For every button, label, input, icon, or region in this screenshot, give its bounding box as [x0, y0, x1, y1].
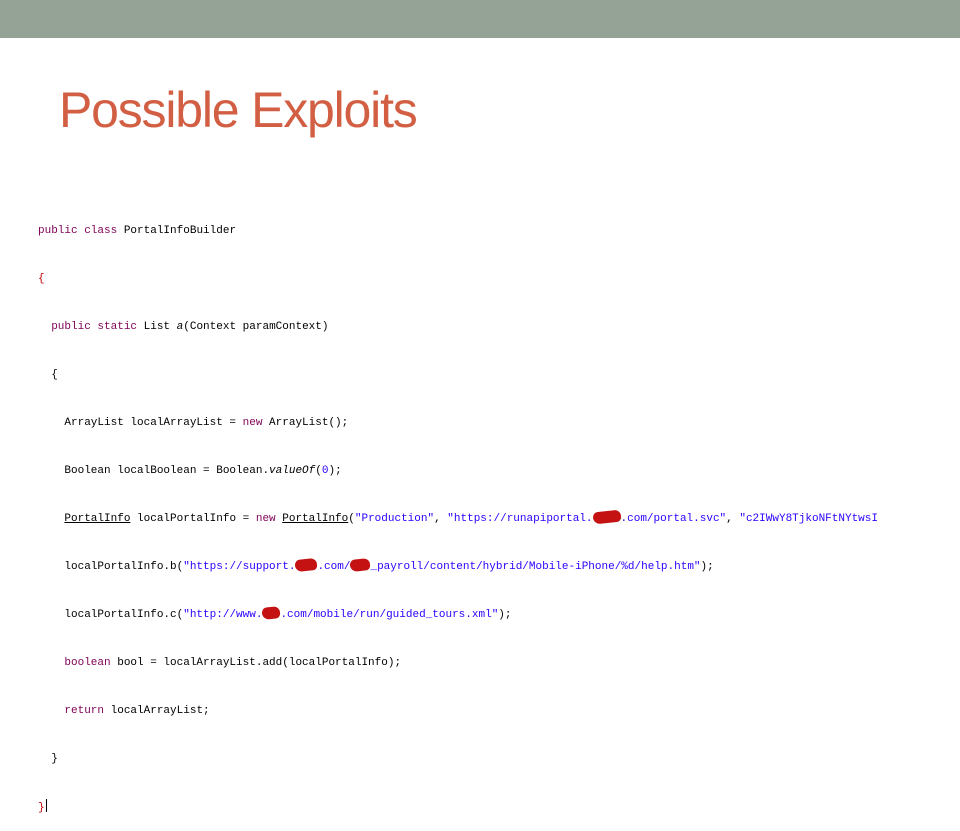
- code-keyword: new: [255, 513, 283, 525]
- redaction-mark: [261, 606, 282, 620]
- code-method: valueOf: [269, 465, 316, 477]
- code-text: (: [348, 513, 355, 525]
- code-string: "https://runapiportal.: [447, 513, 593, 525]
- code-line: return localArrayList;: [38, 703, 920, 719]
- code-text: ,: [726, 513, 740, 525]
- code-text: localPortalInfo.b(: [64, 561, 184, 573]
- slide-title: Possible Exploits: [59, 82, 418, 138]
- code-brace: {: [51, 369, 58, 381]
- code-line: public class PortalInfoBuilder: [38, 223, 920, 239]
- code-text: ArrayList();: [269, 417, 349, 429]
- code-text: ArrayList localArrayList =: [64, 417, 243, 429]
- code-snippet: public class PortalInfoBuilder { public …: [38, 191, 920, 831]
- code-text: );: [700, 561, 714, 573]
- code-brace: }: [38, 802, 45, 814]
- code-text: );: [328, 465, 342, 477]
- code-line: ArrayList localArrayList = new ArrayList…: [38, 415, 920, 431]
- code-brace: {: [38, 273, 45, 285]
- code-line: localPortalInfo.b("https://support. .com/…: [38, 557, 920, 575]
- code-line: {: [38, 271, 920, 287]
- code-text: bool = localArrayList.add(localPortalInf…: [117, 657, 402, 669]
- code-string: "c2IWwY8TjkoNFtNYtwsI: [739, 513, 878, 525]
- code-text: List: [143, 321, 177, 333]
- code-string: .com/: [317, 561, 351, 573]
- code-line: }: [38, 799, 920, 815]
- code-string: .com/mobile/run/guided_tours.xml": [280, 609, 499, 621]
- code-keyword: boolean: [64, 657, 118, 669]
- code-keyword: return: [64, 705, 111, 717]
- code-string: "http://www.: [183, 609, 263, 621]
- slide-top-bar: [0, 0, 960, 38]
- code-type: PortalInfo: [64, 513, 131, 525]
- code-text: (: [315, 465, 322, 477]
- code-string: .com/portal.svc": [620, 513, 727, 525]
- code-keyword: public static: [51, 321, 144, 333]
- code-text: Boolean localBoolean = Boolean.: [64, 465, 270, 477]
- code-text: (Context paramContext): [183, 321, 329, 333]
- code-string: "Production": [354, 513, 435, 525]
- code-text: localArrayList;: [110, 705, 210, 717]
- redaction-mark: [591, 509, 622, 525]
- code-line: public static List a(Context paramContex…: [38, 319, 920, 335]
- code-line: Boolean localBoolean = Boolean.valueOf(0…: [38, 463, 920, 479]
- text-cursor: [45, 799, 47, 812]
- code-text: );: [498, 609, 512, 621]
- code-line: {: [38, 367, 920, 383]
- code-line: boolean bool = localArrayList.add(localP…: [38, 655, 920, 671]
- code-keyword: public class: [38, 225, 124, 237]
- code-type: PortalInfo: [282, 513, 349, 525]
- redaction-mark: [349, 557, 372, 573]
- code-text: localPortalInfo.c(: [64, 609, 184, 621]
- redaction-mark: [294, 557, 319, 573]
- code-string: _payroll/content/hybrid/Mobile-iPhone/%d…: [370, 561, 701, 573]
- code-text: ,: [434, 513, 448, 525]
- code-text: localPortalInfo =: [130, 513, 256, 525]
- code-string: "https://support.: [183, 561, 296, 573]
- code-line: PortalInfo localPortalInfo = new PortalI…: [38, 509, 920, 527]
- code-line: localPortalInfo.c("http://www. .com/mobil…: [38, 606, 920, 623]
- code-keyword: new: [242, 417, 270, 429]
- code-line: }: [38, 751, 920, 767]
- code-text: PortalInfoBuilder: [123, 225, 237, 237]
- code-brace: }: [51, 753, 58, 765]
